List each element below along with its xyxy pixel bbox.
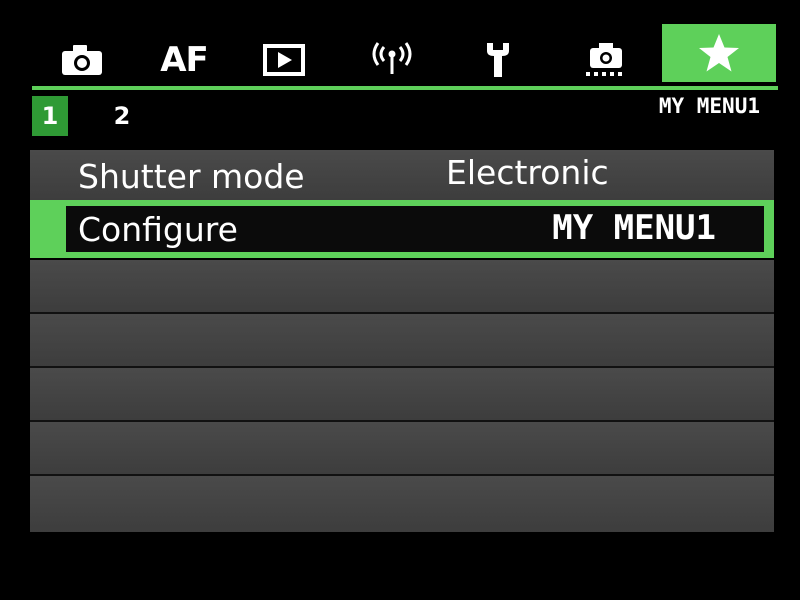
wireless-icon: [372, 42, 412, 74]
camera-icon: [62, 45, 102, 75]
tab-custom-functions[interactable]: [580, 36, 632, 84]
menu-item-configure[interactable]: Configure MY MENU1: [30, 200, 774, 258]
tab-af[interactable]: AF: [148, 36, 220, 84]
menu-item-empty: [30, 260, 774, 312]
tab-shooting[interactable]: [54, 36, 110, 84]
menu-item-label: Configure: [78, 210, 238, 249]
play-icon: [263, 44, 305, 76]
menu-item-shutter-mode[interactable]: Shutter mode Electronic: [30, 150, 774, 200]
tab-setup[interactable]: [474, 36, 522, 84]
menu-item-empty: [30, 314, 774, 366]
tab-af-label: AF: [160, 40, 209, 80]
tab-underline: [32, 86, 778, 90]
tab-playback[interactable]: [258, 36, 310, 84]
menu-tab-bar: AF: [40, 24, 780, 84]
camera-menu-screen: AF 1 2 MY MENU1 Shutter mode Electronic …: [0, 0, 800, 600]
menu-name: MY MENU1: [658, 94, 760, 118]
menu-item-empty: [30, 476, 774, 532]
tab-wireless[interactable]: [364, 36, 420, 84]
wrench-icon: [487, 43, 509, 77]
menu-item-empty: [30, 368, 774, 420]
menu-list: Shutter mode Electronic Configure MY MEN…: [30, 150, 774, 532]
menu-item-value: Electronic: [446, 153, 609, 192]
custom-function-icon: [586, 43, 622, 76]
menu-item-label: Shutter mode: [78, 157, 305, 196]
menu-item-value: MY MENU1: [552, 208, 716, 248]
subtab-1[interactable]: 1: [32, 96, 68, 136]
star-icon: [699, 34, 739, 72]
subtab-2[interactable]: 2: [104, 96, 140, 136]
menu-item-empty: [30, 422, 774, 474]
tab-my-menu[interactable]: [662, 24, 776, 82]
